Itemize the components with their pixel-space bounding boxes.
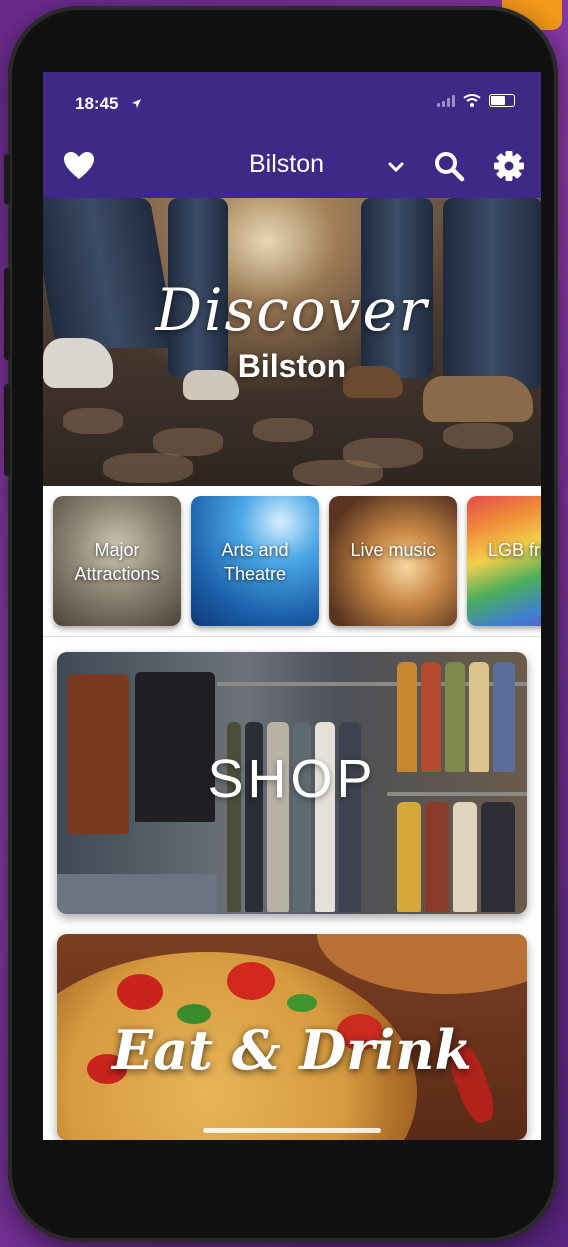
category-tile-major-attractions[interactable]: Major Attractions: [53, 496, 181, 626]
top-nav-bar: Bilston: [43, 136, 541, 198]
hero-title: Discover: [155, 276, 429, 344]
signal-icon: [437, 94, 455, 107]
shop-card[interactable]: SHOP: [57, 652, 527, 914]
gear-icon[interactable]: [493, 150, 525, 182]
status-bar: 18:45: [43, 72, 541, 136]
category-carousel[interactable]: Major Attractions Arts and Theatre Live …: [43, 486, 541, 637]
eat-and-drink-card[interactable]: Eat & Drink: [57, 934, 527, 1140]
status-time: 18:45: [75, 94, 119, 113]
wifi-icon: [463, 94, 481, 107]
category-tile-live-music[interactable]: Live music: [329, 496, 457, 626]
category-label: Major Attractions: [74, 540, 160, 584]
home-indicator[interactable]: [203, 1128, 381, 1133]
category-label: Arts and Theatre: [221, 540, 289, 584]
side-button-silent: [4, 154, 10, 204]
location-arrow-icon: [132, 99, 141, 108]
battery-icon: [489, 94, 515, 107]
category-tile-arts-and-theatre[interactable]: Arts and Theatre: [191, 496, 319, 626]
hero-banner[interactable]: Discover Bilston: [43, 198, 541, 486]
search-icon[interactable]: [433, 150, 465, 182]
status-icons: [437, 94, 515, 107]
location-selector[interactable]: Bilston: [249, 150, 324, 179]
side-button-volume-down: [4, 384, 10, 476]
category-tile-lgbt-friendly[interactable]: LGB friend: [467, 496, 541, 626]
eat-and-drink-title: Eat & Drink: [112, 1018, 472, 1082]
shop-title: SHOP: [207, 749, 377, 809]
chevron-down-icon[interactable]: [387, 160, 405, 174]
hero-subtitle: Bilston: [237, 348, 347, 384]
side-button-volume-up: [4, 268, 10, 360]
category-label: LGB friend: [487, 540, 541, 560]
heart-icon[interactable]: [63, 151, 95, 181]
category-label: Live music: [350, 540, 436, 560]
app-screen: 18:45 Bilston Discover Bilston Major Att…: [43, 72, 541, 1140]
